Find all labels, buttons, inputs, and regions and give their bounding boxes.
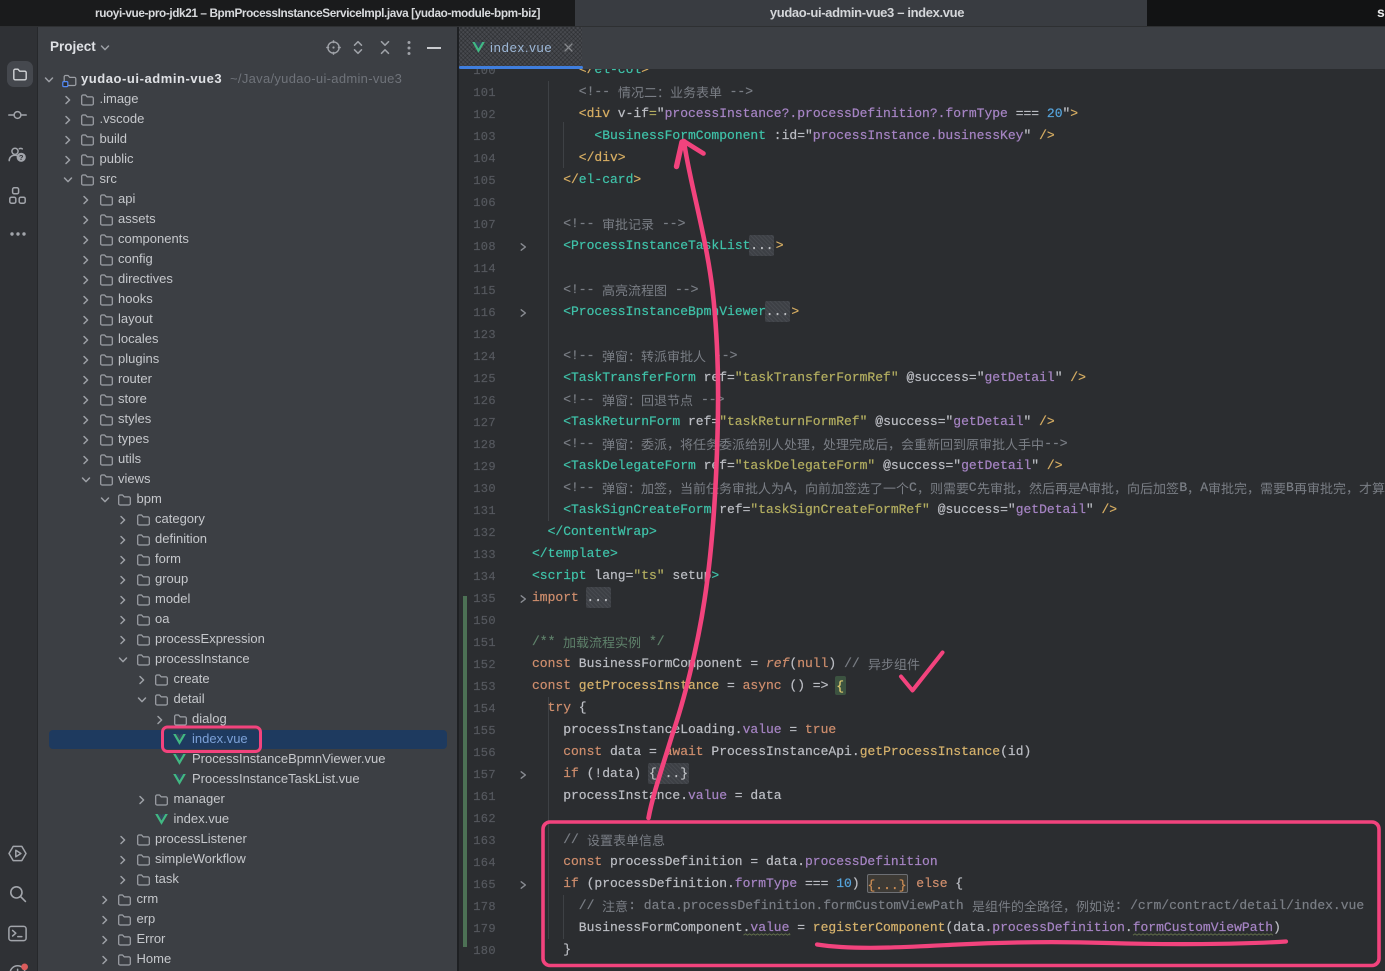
svg-text:?: ? [19, 153, 24, 162]
